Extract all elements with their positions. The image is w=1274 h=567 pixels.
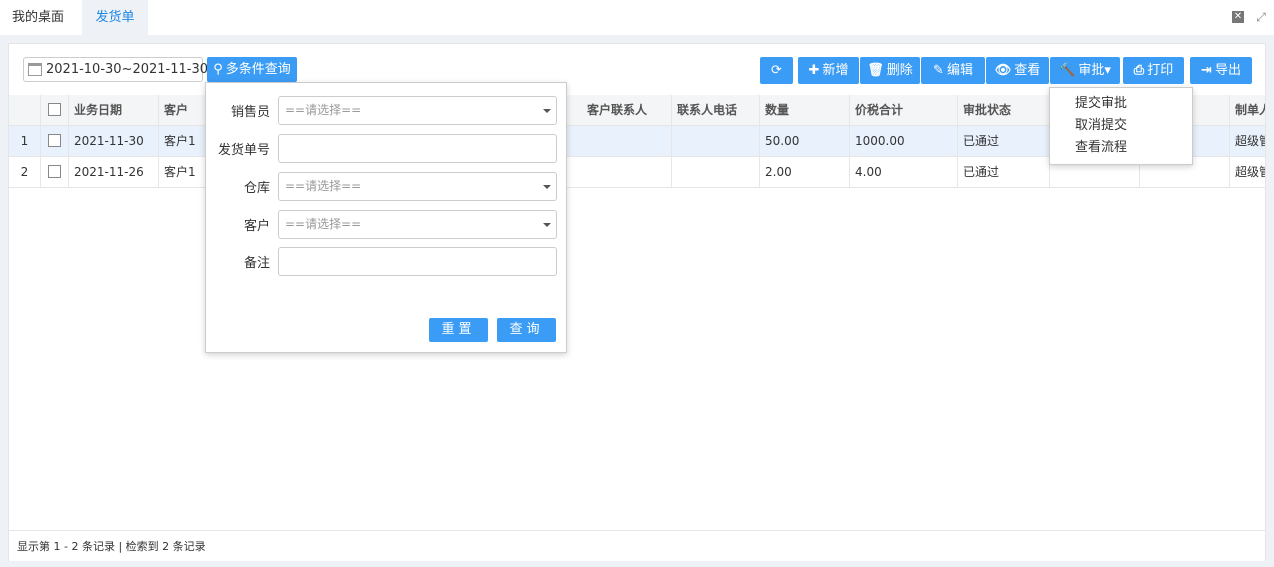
header-select-all (41, 95, 69, 125)
cell-contact-phone (672, 157, 760, 187)
menu-item-cancel-submit[interactable]: 取消提交 (1075, 115, 1127, 137)
customer-label: 客户 (243, 219, 270, 234)
cell-customer-contact (582, 126, 672, 156)
header-total-with-tax[interactable]: 价税合计 (850, 95, 958, 125)
cell-creator: 超级管 (1235, 165, 1265, 179)
gavel-icon: 🔨 (1059, 63, 1076, 78)
order-number-input[interactable] (278, 134, 557, 163)
header-customer[interactable]: 客户 (159, 95, 207, 125)
delete-button[interactable]: 🗑 删除 (860, 57, 920, 84)
chevron-down-icon: ▾ (1104, 63, 1111, 78)
approve-dropdown-button[interactable]: 🔨 审批▾ (1050, 57, 1120, 84)
export-icon: ⇥ (1201, 63, 1212, 78)
cell-quantity: 2.00 (760, 157, 850, 187)
view-button[interactable]: 👁 查看 (986, 57, 1049, 84)
cell-customer: 客户1 (159, 157, 207, 187)
tab-shipping-order[interactable]: 发货单 (82, 0, 148, 35)
plus-icon: ✚ (808, 63, 820, 78)
cell-total-with-tax: 4.00 (850, 157, 958, 187)
tab-my-desktop[interactable]: 我的桌面 (0, 0, 76, 35)
header-business-date[interactable]: 业务日期 (69, 95, 159, 125)
header-customer-contact[interactable]: 客户联系人 (582, 95, 672, 125)
row-checkbox[interactable] (48, 134, 61, 147)
date-range-input[interactable]: 2021-10-30~2021-11-30 (23, 57, 208, 82)
salesperson-label: 销售员 (230, 105, 270, 120)
trash-icon: 🗑 (867, 63, 884, 78)
pagination-info: 显示第 1 - 2 条记录 | 检索到 2 条记录 (9, 530, 1265, 561)
close-tab-icon[interactable]: ✕ (1232, 11, 1244, 23)
header-contact-phone[interactable]: 联系人电话 (672, 95, 760, 125)
add-button[interactable]: ✚ 新增 (798, 57, 859, 84)
remark-input[interactable] (278, 247, 557, 276)
cell-business-date: 2021-11-26 (69, 157, 159, 187)
cell-customer-contact (582, 157, 672, 187)
remark-label: 备注 (243, 256, 270, 271)
header-index (9, 95, 41, 125)
tab-bar: 我的桌面 发货单 ✕ ⤢ (0, 0, 1274, 35)
search-submit-button[interactable]: 查询 (497, 318, 556, 342)
menu-item-submit-approval[interactable]: 提交审批 (1075, 93, 1127, 115)
search-icon: ⚲ (213, 62, 223, 77)
cell-quantity: 50.00 (760, 126, 850, 156)
cell-approval-status: 已通过 (958, 126, 1050, 156)
print-icon: ⎙ (1133, 63, 1145, 78)
eye-icon: 👁 (994, 63, 1012, 78)
calendar-icon (28, 63, 42, 76)
multi-condition-query-popup: 销售员 ==请选择== 发货单号 仓库 ==请选择== 客户 ==请选择== 备… (205, 82, 567, 353)
export-button[interactable]: ⇥ 导出 (1190, 57, 1252, 84)
cell-customer: 客户1 (159, 126, 207, 156)
warehouse-select[interactable]: ==请选择== (278, 172, 557, 201)
header-quantity[interactable]: 数量 (760, 95, 850, 125)
refresh-icon: ⟳ (771, 63, 782, 78)
row-select (41, 126, 69, 156)
chevron-down-icon (543, 223, 551, 227)
chevron-down-icon (543, 109, 551, 113)
edit-icon: ✎ (933, 63, 944, 78)
chevron-down-icon (543, 185, 551, 189)
row-index: 2 (9, 157, 41, 187)
salesperson-select[interactable]: ==请选择== (278, 96, 557, 125)
print-button[interactable]: ⎙ 打印 (1123, 57, 1184, 84)
row-index: 1 (9, 126, 41, 156)
edit-button[interactable]: ✎ 编辑 (921, 57, 985, 84)
multi-condition-query-button[interactable]: ⚲ 多条件查询 (207, 57, 297, 82)
row-checkbox[interactable] (48, 165, 61, 178)
warehouse-label: 仓库 (243, 181, 270, 196)
select-all-checkbox[interactable] (48, 103, 61, 116)
cell-business-date: 2021-11-30 (69, 126, 159, 156)
approve-dropdown-menu: 提交审批 取消提交 查看流程 (1049, 87, 1193, 165)
cell-creator: 超级管 (1235, 134, 1265, 148)
cell-approval-status: 已通过 (958, 157, 1050, 187)
cell-contact-phone (672, 126, 760, 156)
reset-button[interactable]: 重置 (429, 318, 488, 342)
fullscreen-icon[interactable]: ⤢ (1255, 11, 1267, 23)
date-range-value: 2021-10-30~2021-11-30 (46, 62, 208, 77)
menu-item-view-flow[interactable]: 查看流程 (1075, 137, 1127, 159)
refresh-button[interactable]: ⟳ (760, 57, 793, 84)
cell-total-with-tax: 1000.00 (850, 126, 958, 156)
customer-select[interactable]: ==请选择== (278, 210, 557, 239)
header-creator[interactable]: 制单人 (1230, 95, 1265, 125)
order-number-label: 发货单号 (217, 143, 270, 158)
row-select (41, 157, 69, 187)
header-approval-status[interactable]: 审批状态 (958, 95, 1050, 125)
